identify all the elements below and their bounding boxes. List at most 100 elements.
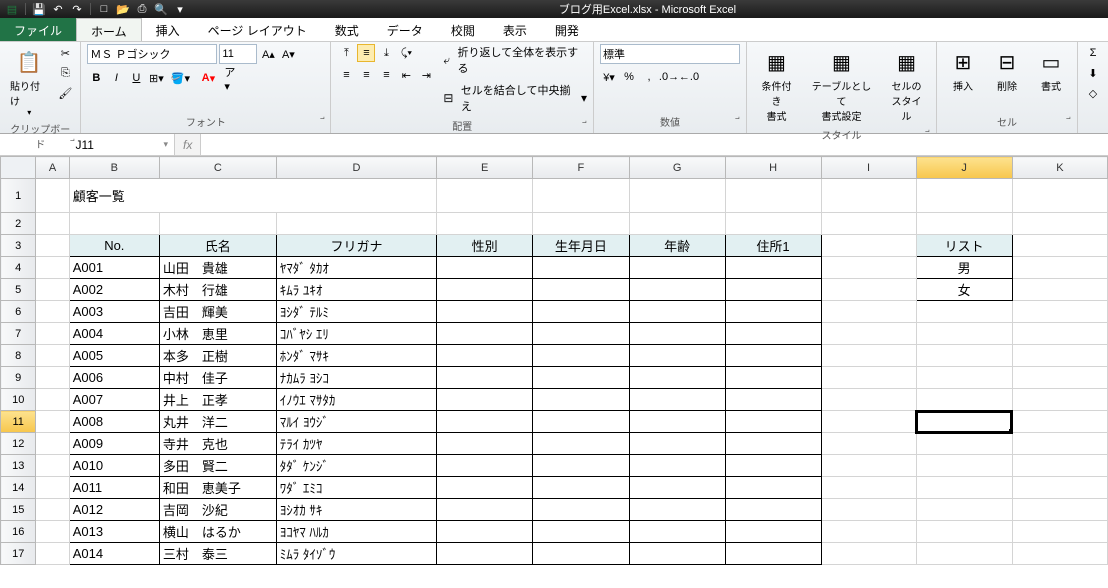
cell[interactable] (821, 323, 916, 345)
cell[interactable] (725, 279, 821, 301)
col-header[interactable]: J (916, 157, 1012, 179)
cell[interactable]: 中村 佳子 (159, 367, 276, 389)
cell[interactable] (916, 499, 1012, 521)
cell[interactable] (725, 521, 821, 543)
cell[interactable] (437, 279, 533, 301)
cell[interactable] (916, 521, 1012, 543)
copy-icon[interactable]: ⎘ (56, 64, 74, 82)
cell[interactable] (725, 455, 821, 477)
cell[interactable] (821, 367, 916, 389)
cell[interactable] (1012, 367, 1107, 389)
cell[interactable] (1012, 301, 1107, 323)
row-header[interactable]: 3 (1, 235, 36, 257)
cell[interactable]: ﾀﾀﾞ ｹﾝｼﾞ (276, 455, 437, 477)
cell[interactable] (36, 345, 69, 367)
tab-dev[interactable]: 開発 (541, 18, 593, 41)
cell[interactable] (821, 179, 916, 213)
cell[interactable] (821, 521, 916, 543)
cell[interactable] (533, 411, 630, 433)
cell[interactable] (437, 213, 533, 235)
font-color-button[interactable]: A▾ (195, 69, 221, 87)
phonetic-button[interactable]: ア▾ (223, 69, 241, 87)
border-button[interactable]: ⊞▾ (147, 69, 165, 87)
cell[interactable] (437, 179, 533, 213)
tab-home[interactable]: ホーム (76, 18, 142, 41)
fill-color-button[interactable]: 🪣▾ (167, 69, 193, 87)
cell[interactable] (629, 345, 725, 367)
wrap-text-button[interactable]: ⤶ 折り返して全体を表示する (443, 44, 587, 76)
cell[interactable] (36, 279, 69, 301)
row-header[interactable]: 5 (1, 279, 36, 301)
cell[interactable] (437, 543, 533, 565)
cell[interactable]: ﾖｼｵｶ ｻｷ (276, 499, 437, 521)
align-bottom-icon[interactable]: ⤓ (377, 44, 395, 62)
shrink-font-icon[interactable]: A▾ (279, 45, 297, 63)
cut-icon[interactable]: ✂ (56, 44, 74, 62)
cell[interactable]: ﾅｶﾑﾗ ﾖｼｺ (276, 367, 437, 389)
cell[interactable]: ﾖｼﾀﾞ ﾃﾙﾐ (276, 301, 437, 323)
align-center-icon[interactable]: ≡ (357, 66, 375, 84)
row-header[interactable]: 8 (1, 345, 36, 367)
format-cells-button[interactable]: ▭書式 (1031, 44, 1071, 95)
cell[interactable] (821, 301, 916, 323)
tab-data[interactable]: データ (373, 18, 437, 41)
cell[interactable] (36, 411, 69, 433)
cell[interactable] (36, 257, 69, 279)
cell[interactable] (629, 367, 725, 389)
cell[interactable] (1012, 455, 1107, 477)
row-header[interactable]: 7 (1, 323, 36, 345)
save-icon[interactable]: 💾 (31, 1, 47, 17)
comma-icon[interactable]: , (640, 68, 658, 86)
cell[interactable] (36, 179, 69, 213)
row-header[interactable]: 15 (1, 499, 36, 521)
cell[interactable] (1012, 235, 1107, 257)
cell[interactable] (725, 345, 821, 367)
cell[interactable]: A003 (69, 301, 159, 323)
cell[interactable]: ﾏﾙｲ ﾖｳｼﾞ (276, 411, 437, 433)
cell[interactable] (1012, 213, 1107, 235)
cell[interactable] (916, 323, 1012, 345)
qat-more-icon[interactable]: ▾ (172, 1, 188, 17)
row-header[interactable]: 6 (1, 301, 36, 323)
cell[interactable] (533, 499, 630, 521)
cell[interactable]: ﾔﾏﾀﾞ ﾀｶｵ (276, 257, 437, 279)
cell[interactable] (533, 455, 630, 477)
fill-icon[interactable]: ⬇ (1084, 64, 1102, 82)
cell[interactable] (533, 257, 630, 279)
cell[interactable] (1012, 521, 1107, 543)
cell[interactable] (629, 301, 725, 323)
currency-icon[interactable]: ¥▾ (600, 68, 618, 86)
cell[interactable] (821, 389, 916, 411)
cell[interactable] (725, 543, 821, 565)
cell[interactable] (821, 279, 916, 301)
undo-icon[interactable]: ↶ (50, 1, 66, 17)
cell[interactable]: 吉田 輝美 (159, 301, 276, 323)
cell[interactable] (916, 455, 1012, 477)
decrease-decimal-icon[interactable]: ←.0 (680, 68, 698, 86)
cell[interactable]: A004 (69, 323, 159, 345)
cell[interactable] (821, 257, 916, 279)
cell[interactable]: 山田 貴雄 (159, 257, 276, 279)
orientation-icon[interactable]: ⤹▾ (397, 44, 415, 62)
cell[interactable]: 年齢 (629, 235, 725, 257)
cell[interactable] (629, 521, 725, 543)
cell[interactable] (1012, 345, 1107, 367)
select-all-corner[interactable] (1, 157, 36, 179)
cell[interactable]: ﾎﾝﾀﾞ ﾏｻｷ (276, 345, 437, 367)
cell[interactable] (533, 279, 630, 301)
font-size-combo[interactable] (219, 44, 257, 64)
cell[interactable] (1012, 477, 1107, 499)
cell[interactable] (437, 455, 533, 477)
cell[interactable] (725, 367, 821, 389)
cell[interactable]: 男 (916, 257, 1012, 279)
align-top-icon[interactable]: ⤒ (337, 44, 355, 62)
cell[interactable] (725, 389, 821, 411)
tab-formula[interactable]: 数式 (321, 18, 373, 41)
cell[interactable]: A001 (69, 257, 159, 279)
cell[interactable] (437, 411, 533, 433)
row-header[interactable]: 4 (1, 257, 36, 279)
cell[interactable] (821, 499, 916, 521)
insert-cells-button[interactable]: ⊞挿入 (943, 44, 983, 95)
cell[interactable]: A005 (69, 345, 159, 367)
cell[interactable] (69, 213, 159, 235)
